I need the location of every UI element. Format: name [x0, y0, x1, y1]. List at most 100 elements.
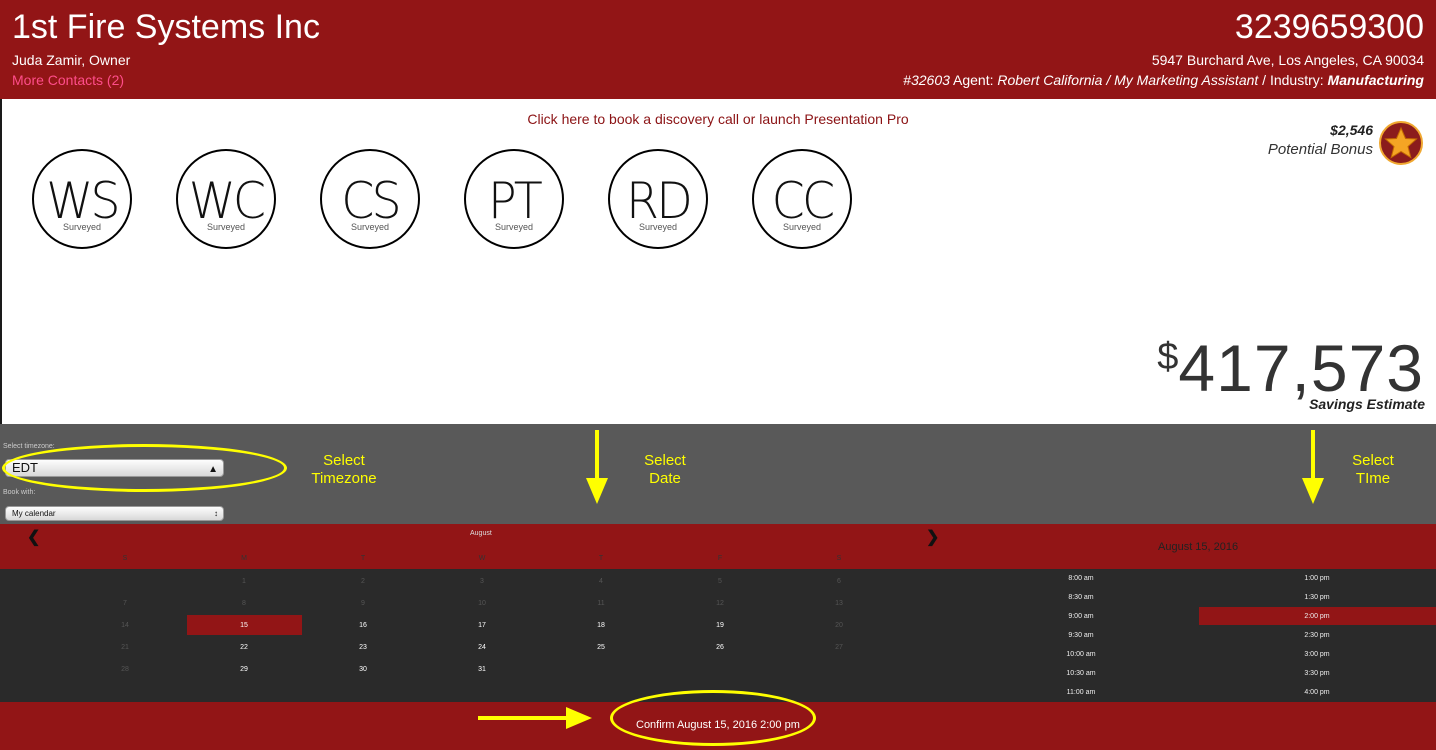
- company-name: 1st Fire Systems Inc: [12, 8, 320, 46]
- bonus-label: Potential Bonus: [1267, 141, 1373, 158]
- calendar-day: 3: [480, 578, 484, 585]
- industry-label: / Industry:: [1258, 72, 1328, 88]
- annotation-date: Select Date: [620, 452, 710, 488]
- chevron-left-icon[interactable]: ❮: [27, 527, 40, 547]
- calendar-day[interactable]: 19: [700, 622, 740, 629]
- calendar-day: 21: [121, 644, 129, 651]
- savings-currency: $: [1157, 336, 1179, 378]
- time-slot[interactable]: 9:30 am: [1051, 632, 1111, 639]
- calendar-day[interactable]: 31: [462, 666, 502, 673]
- calendar-day[interactable]: 23: [343, 644, 383, 651]
- calendar-day: 14: [121, 622, 129, 629]
- timezone-label: Select timezone:: [3, 443, 55, 450]
- annotation-line: Timezone: [311, 470, 377, 487]
- calendar-day[interactable]: 25: [581, 644, 621, 651]
- time-slot[interactable]: 8:30 am: [1051, 594, 1111, 601]
- time-slot[interactable]: 3:00 pm: [1287, 651, 1347, 658]
- selected-date-heading: August 15, 2016: [1158, 541, 1239, 553]
- calendar-day: 2: [361, 578, 365, 585]
- service-circle-cc[interactable]: CC Surveyed: [752, 149, 852, 249]
- more-contacts-link[interactable]: More Contacts (2): [12, 72, 124, 88]
- calendar-day[interactable]: 24: [462, 644, 502, 651]
- time-slot[interactable]: 4:00 pm: [1287, 689, 1347, 696]
- weekday-header: M: [241, 555, 247, 562]
- savings-estimate-value: $417,573: [1157, 330, 1424, 406]
- bonus-amount: $2,546: [1330, 122, 1373, 138]
- phone-number[interactable]: 3239659300: [1235, 8, 1424, 47]
- annotation-line: Select: [1352, 452, 1394, 469]
- calendar-day: 5: [718, 578, 722, 585]
- calendar-day-selected[interactable]: 15: [224, 622, 264, 629]
- service-status: Surveyed: [782, 222, 822, 232]
- calendar-day: 13: [835, 600, 843, 607]
- annotation-ellipse-confirm: [610, 690, 816, 746]
- time-slot[interactable]: 1:00 pm: [1287, 575, 1347, 582]
- calendar-day: 8: [242, 600, 246, 607]
- owner-contact: Juda Zamir, Owner: [12, 52, 131, 68]
- month-label: August: [470, 530, 492, 537]
- updown-icon: ↕: [214, 509, 218, 518]
- service-status: Surveyed: [206, 222, 246, 232]
- service-status: Surveyed: [494, 222, 534, 232]
- left-border: [0, 99, 2, 424]
- service-circle-rd[interactable]: RD Surveyed: [608, 149, 708, 249]
- calendar-day: 4: [599, 578, 603, 585]
- calendar-day: 28: [121, 666, 129, 673]
- industry-value: Manufacturing: [1327, 72, 1424, 88]
- annotation-line: Select: [644, 452, 686, 469]
- time-slot[interactable]: 1:30 pm: [1287, 594, 1347, 601]
- service-circle-wc[interactable]: WC Surveyed: [176, 149, 276, 249]
- calendar-day: 7: [123, 600, 127, 607]
- calendar-day: 6: [837, 578, 841, 585]
- weekday-header: T: [598, 555, 604, 562]
- star-icon: [1379, 121, 1423, 165]
- calendar-day: 1: [242, 578, 246, 585]
- chevron-right-icon[interactable]: ❯: [926, 527, 939, 547]
- calendar-day: 20: [835, 622, 843, 629]
- service-circle-pt[interactable]: PT Surveyed: [464, 149, 564, 249]
- calendar-day[interactable]: 16: [343, 622, 383, 629]
- savings-estimate-label: Savings Estimate: [1309, 396, 1425, 412]
- calendar-day: 10: [478, 600, 486, 607]
- service-status: Surveyed: [638, 222, 678, 232]
- calendar-day[interactable]: 22: [224, 644, 264, 651]
- annotation-line: TIme: [1355, 470, 1391, 487]
- calendar-day: 11: [597, 600, 605, 607]
- calendar-day: 12: [716, 600, 724, 607]
- annotation-line: Date: [649, 470, 681, 487]
- time-slot[interactable]: 8:00 am: [1051, 575, 1111, 582]
- calendar-day[interactable]: 30: [343, 666, 383, 673]
- weekday-header: W: [478, 555, 486, 562]
- discovery-call-link[interactable]: Click here to book a discovery call or l…: [0, 111, 1436, 127]
- agent-name: Robert California / My Marketing Assista…: [997, 72, 1259, 88]
- time-slot[interactable]: 2:30 pm: [1287, 632, 1347, 639]
- weekday-header: F: [717, 555, 723, 562]
- book-with-value: My calendar: [12, 509, 56, 518]
- calendar-day: 27: [835, 644, 843, 651]
- time-slot-selected[interactable]: 2:00 pm: [1287, 613, 1347, 620]
- service-status: Surveyed: [62, 222, 102, 232]
- book-with-select[interactable]: My calendar ↕: [5, 506, 224, 521]
- time-slot[interactable]: 11:00 am: [1051, 689, 1111, 696]
- arrow-icon: [1302, 430, 1324, 504]
- calendar-day[interactable]: 29: [224, 666, 264, 673]
- time-slot[interactable]: 3:30 pm: [1287, 670, 1347, 677]
- weekday-header: T: [360, 555, 366, 562]
- calendar-day[interactable]: 18: [581, 622, 621, 629]
- time-slot[interactable]: 10:30 am: [1051, 670, 1111, 677]
- arrow-icon: [478, 707, 592, 729]
- calendar-day[interactable]: 17: [462, 622, 502, 629]
- annotation-timezone: Select Timezone: [300, 452, 388, 488]
- book-with-label: Book with:: [3, 489, 36, 496]
- weekday-header: S: [836, 555, 842, 562]
- weekday-header: S: [122, 555, 128, 562]
- agent-label: Agent:: [949, 72, 998, 88]
- account-header: 1st Fire Systems Inc Juda Zamir, Owner M…: [0, 0, 1436, 99]
- time-slot[interactable]: 9:00 am: [1051, 613, 1111, 620]
- annotation-ellipse-timezone: [2, 444, 287, 492]
- service-circle-cs[interactable]: CS Surveyed: [320, 149, 420, 249]
- service-circle-ws[interactable]: WS Surveyed: [32, 149, 132, 249]
- calendar-day[interactable]: 26: [700, 644, 740, 651]
- address: 5947 Burchard Ave, Los Angeles, CA 90034: [1151, 52, 1424, 68]
- time-slot[interactable]: 10:00 am: [1051, 651, 1111, 658]
